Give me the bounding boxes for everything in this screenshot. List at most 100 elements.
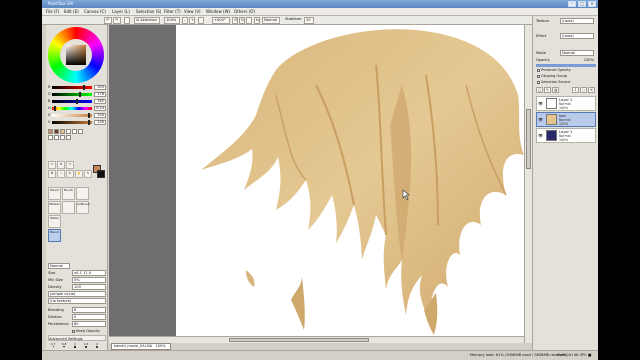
brush-shape-select[interactable]: (simple circle): [48, 291, 106, 297]
layer-row-hair[interactable]: 👁 hair Normal 100%: [536, 112, 596, 127]
size-value[interactable]: x0.1 17.0: [72, 270, 106, 276]
menu-window[interactable]: Window (W): [204, 9, 232, 15]
slider-b[interactable]: B 162: [48, 99, 106, 104]
slider-v-track[interactable]: [52, 121, 92, 124]
vertical-scrollbar[interactable]: [524, 25, 532, 343]
new-layer-button[interactable]: ▢: [536, 87, 543, 93]
zoom-field[interactable]: 100%: [164, 17, 180, 24]
slider-b-knob[interactable]: [76, 99, 78, 104]
visibility-eye-icon[interactable]: 👁: [538, 101, 543, 106]
zoom-tool[interactable]: ⌕: [57, 170, 65, 178]
hand-tool[interactable]: ✋: [75, 170, 83, 178]
rotation-field[interactable]: +000°: [212, 17, 230, 24]
magic-wand-tool[interactable]: ✦: [66, 161, 74, 169]
delete-layer-button[interactable]: ✕: [588, 87, 595, 93]
keep-opacity-row[interactable]: Keep Opacity: [48, 328, 106, 334]
close-button[interactable]: ×: [588, 1, 596, 7]
menu-filter[interactable]: Filter (T): [162, 9, 183, 15]
menu-canvas[interactable]: Canvas (C): [82, 9, 108, 15]
menu-others[interactable]: Others (O): [232, 9, 257, 15]
brush-brush[interactable]: Brush: [62, 187, 75, 200]
swatch-4[interactable]: [66, 129, 71, 134]
slider-g-knob[interactable]: [79, 92, 81, 97]
opacity-row[interactable]: Opacity 100%: [536, 57, 596, 63]
slider-g[interactable]: G 176: [48, 92, 106, 97]
merge-down-button[interactable]: ⇩: [572, 87, 579, 93]
select-rect-tool[interactable]: ▭: [48, 161, 56, 169]
airbrush-brush[interactable]: AirBrush: [76, 201, 90, 214]
slider-s-track[interactable]: [52, 114, 92, 117]
stabilizer-field[interactable]: 10: [304, 17, 314, 24]
redo-button[interactable]: ↷: [113, 17, 121, 24]
canvas-area[interactable]: [109, 25, 526, 343]
deselect-button[interactable]: [124, 17, 130, 24]
selection-toggle[interactable]: ☑ Selection: [134, 17, 160, 24]
swatch-10[interactable]: [66, 135, 71, 140]
effect-select[interactable]: (none): [560, 33, 594, 39]
menu-edit[interactable]: Edit (E): [62, 9, 81, 15]
saturation-value-square[interactable]: [66, 45, 86, 65]
selection-source-checkbox[interactable]: [537, 80, 540, 84]
density-row[interactable]: Density 100: [48, 284, 106, 290]
blend-mode-row[interactable]: Normal: [48, 263, 106, 269]
density-value[interactable]: 100: [72, 284, 106, 290]
mode-row[interactable]: Mode Normal: [536, 50, 596, 56]
preserve-opacity-checkbox[interactable]: [537, 68, 540, 72]
slider-h-value[interactable]: 0.24: [94, 106, 106, 111]
blend-brush[interactable]: Blend: [48, 229, 61, 242]
clipping-group-check[interactable]: Clipping Group: [537, 74, 595, 79]
swatch-1[interactable]: [48, 129, 53, 134]
persistence-row[interactable]: Persistence 80: [48, 321, 106, 327]
slider-g-track[interactable]: [52, 93, 92, 96]
swatch-6[interactable]: [78, 129, 83, 134]
empty-brush-slot-1[interactable]: [76, 187, 89, 200]
layer-row-layer-2[interactable]: 👁 Layer 2 Normal 100%: [536, 96, 596, 111]
opacity-bar[interactable]: [536, 64, 596, 67]
slider-v-value[interactable]: 100: [94, 120, 106, 125]
swatch-7[interactable]: [48, 135, 53, 140]
clear-layer-button[interactable]: ◌: [580, 87, 587, 93]
menu-layer[interactable]: Layer (L): [110, 9, 132, 15]
canvas-paper[interactable]: [176, 25, 526, 336]
swatch-5[interactable]: [72, 129, 77, 134]
zoom-in-button[interactable]: +: [189, 17, 195, 24]
slider-g-value[interactable]: 176: [94, 92, 106, 97]
menu-selection[interactable]: Selection (S): [134, 9, 163, 15]
slider-r-knob[interactable]: [83, 85, 85, 90]
slider-v[interactable]: V 100: [48, 120, 106, 125]
water-brush[interactable]: Water: [48, 215, 61, 228]
min-size-value[interactable]: 0%: [72, 277, 106, 283]
texture-row[interactable]: (no texture): [48, 298, 106, 304]
slider-h-track[interactable]: [52, 107, 92, 110]
effect-row[interactable]: Effect (none): [536, 33, 596, 39]
slider-r-track[interactable]: [52, 86, 92, 89]
secondary-color-swatch[interactable]: [97, 170, 105, 178]
slider-h-knob[interactable]: [54, 106, 56, 111]
swatch-9[interactable]: [60, 135, 65, 140]
menu-file[interactable]: File (F): [44, 9, 61, 15]
horizontal-scrollbar[interactable]: [109, 336, 524, 343]
slider-s-knob[interactable]: [88, 113, 90, 118]
slider-r-value[interactable]: 203: [94, 85, 106, 90]
layer-mode-select[interactable]: Normal: [560, 50, 594, 56]
move-tool[interactable]: ✥: [48, 170, 56, 178]
layer-row-layer-1[interactable]: 👁 Layer 1 Normal 100%: [536, 128, 596, 143]
swatch-8[interactable]: [54, 135, 59, 140]
slider-r[interactable]: R 203: [48, 85, 106, 90]
slider-b-value[interactable]: 162: [94, 99, 106, 104]
slider-s[interactable]: S 100: [48, 113, 106, 118]
rotate-left-button[interactable]: ↺: [232, 17, 238, 24]
lasso-tool[interactable]: ʘ: [57, 161, 65, 169]
dilution-value[interactable]: 0: [72, 314, 106, 320]
clipping-group-checkbox[interactable]: [537, 74, 540, 78]
rotate-tool[interactable]: ↻: [66, 170, 74, 178]
size-row[interactable]: Size x0.1 17.0: [48, 270, 106, 276]
brush-texture-select[interactable]: (no texture): [48, 298, 106, 304]
new-linework-layer-button[interactable]: ✎: [544, 87, 551, 93]
preserve-opacity-check[interactable]: Preserve Opacity: [537, 68, 595, 73]
texture-select[interactable]: (none): [560, 18, 594, 24]
minimize-button[interactable]: –: [568, 1, 576, 7]
color-wheel[interactable]: [48, 27, 104, 83]
persistence-value[interactable]: 80: [72, 321, 106, 327]
min-size-row[interactable]: Min Size 0%: [48, 277, 106, 283]
